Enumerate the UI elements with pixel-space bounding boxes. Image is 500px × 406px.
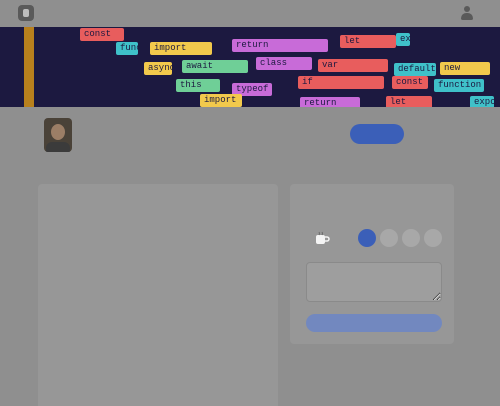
coffee-amount-selector — [316, 228, 442, 248]
banner-code-tag: const — [392, 76, 428, 89]
banner-code-tag: new — [440, 62, 490, 75]
message-input[interactable] — [306, 262, 442, 302]
banner-code-tag: default — [394, 63, 436, 76]
about-card — [38, 184, 278, 406]
coffee-amount-option[interactable] — [380, 229, 398, 247]
coffee-amount-option[interactable] — [424, 229, 442, 247]
support-card — [290, 184, 454, 344]
banner-code-tag: return — [300, 97, 360, 107]
banner-code-tag: let — [340, 35, 396, 48]
coffee-cup-icon — [316, 231, 330, 244]
support-total-button[interactable] — [306, 314, 442, 332]
buymeacoffee-logo-icon[interactable] — [18, 5, 34, 21]
banner-code-tag: this — [176, 79, 220, 92]
banner-code-tag: async — [144, 62, 172, 75]
banner-accent-stripe — [24, 27, 34, 107]
banner-code-tag: function — [116, 42, 138, 55]
support-button[interactable] — [350, 124, 404, 144]
banner-code-tag: export — [396, 33, 410, 46]
banner-code-tag: export — [470, 96, 494, 107]
banner-code-tag: let — [386, 96, 432, 107]
banner-code-tag: if — [298, 76, 384, 89]
banner-code-tag: return — [232, 39, 328, 52]
avatar — [44, 118, 72, 152]
banner-code-tag: const — [80, 28, 124, 41]
banner-code-tag: function — [434, 79, 484, 92]
banner-code-tag: await — [182, 60, 248, 73]
top-navigation-bar — [0, 0, 500, 26]
user-account-icon[interactable] — [460, 5, 474, 21]
profile-header — [0, 107, 500, 167]
coffee-amount-option[interactable] — [402, 229, 420, 247]
banner-code-tag: import — [200, 94, 242, 107]
about-detail-row — [48, 204, 268, 213]
profile-cover-banner: constfunctionimportreturnletexportasynca… — [0, 27, 500, 107]
banner-code-tag: import — [150, 42, 212, 55]
about-detail-row — [48, 223, 268, 232]
banner-code-tag: class — [256, 57, 312, 70]
banner-code-tag: var — [318, 59, 388, 72]
coffee-amount-option[interactable] — [358, 229, 376, 247]
